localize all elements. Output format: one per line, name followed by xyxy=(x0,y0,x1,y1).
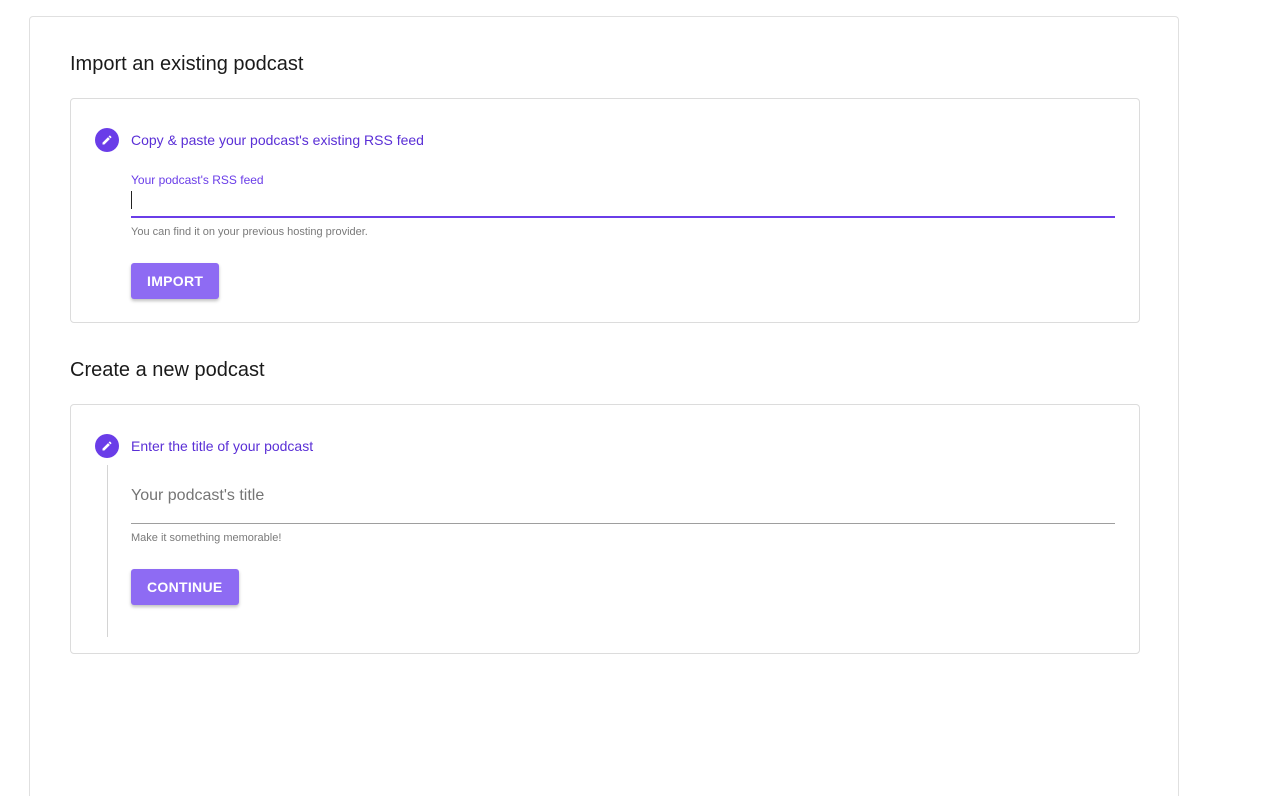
import-step-label: Copy & paste your podcast's existing RSS… xyxy=(131,132,424,148)
rss-feed-input[interactable] xyxy=(131,189,1115,213)
podcast-title-helper: Make it something memorable! xyxy=(131,532,282,544)
pencil-icon xyxy=(95,128,119,152)
podcast-title-input[interactable] xyxy=(131,483,1115,509)
rss-feed-helper: You can find it on your previous hosting… xyxy=(131,226,368,238)
import-button[interactable]: IMPORT xyxy=(131,263,220,299)
create-step-label: Enter the title of your podcast xyxy=(131,438,314,454)
create-section-title: Create a new podcast xyxy=(70,359,265,381)
create-panel: Enter the title of your podcast Make it … xyxy=(70,404,1140,654)
rss-feed-underline xyxy=(131,216,1115,218)
main-card: Import an existing podcast Copy & paste … xyxy=(29,16,1179,796)
import-step-header: Copy & paste your podcast's existing RSS… xyxy=(95,128,424,152)
import-section-title: Import an existing podcast xyxy=(70,53,304,75)
pencil-icon xyxy=(95,434,119,458)
import-panel: Copy & paste your podcast's existing RSS… xyxy=(70,98,1140,323)
step-connector-line xyxy=(107,465,108,637)
rss-feed-label: Your podcast's RSS feed xyxy=(131,173,264,187)
podcast-title-underline xyxy=(131,523,1115,524)
continue-button[interactable]: CONTINUE xyxy=(131,569,239,605)
create-step-header: Enter the title of your podcast xyxy=(95,434,313,458)
